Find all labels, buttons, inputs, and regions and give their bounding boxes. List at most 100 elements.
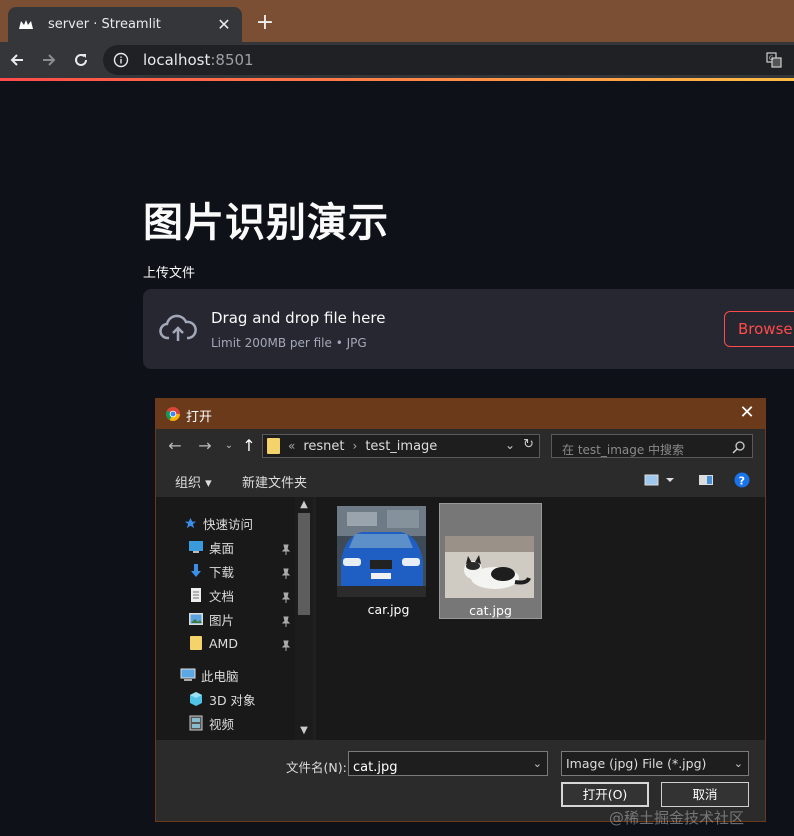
search-input[interactable] (562, 443, 722, 457)
nav-label: 文档 (209, 588, 235, 604)
organize-button[interactable]: 组织 ▾ (175, 472, 212, 491)
dialog-file-list: car.jpg cat.jpg (316, 497, 765, 740)
change-view-icon[interactable] (644, 472, 674, 488)
browser-tab[interactable]: server · Streamlit ✕ (8, 7, 242, 42)
upload-label: 上传文件 (143, 266, 196, 281)
svg-text:G: G (769, 55, 774, 62)
preview-pane-icon[interactable] (698, 472, 714, 488)
chevron-down-icon[interactable]: ⌄ (734, 757, 743, 770)
chrome-icon (165, 406, 181, 422)
scroll-thumb[interactable] (298, 513, 310, 615)
nav-item-downloads[interactable]: 下载 (188, 561, 234, 581)
reload-icon[interactable] (69, 48, 93, 72)
dialog-close-icon[interactable]: ✕ (737, 403, 757, 423)
breadcrumb-item[interactable]: test_image (365, 439, 437, 454)
star-icon (182, 515, 198, 531)
address-dropdown-icon[interactable]: ⌄ (505, 438, 515, 452)
cancel-button[interactable]: 取消 (661, 782, 749, 807)
streamlit-favicon-icon (18, 17, 34, 33)
file-item-car[interactable]: car.jpg (337, 503, 440, 619)
cloud-upload-icon (159, 313, 197, 345)
pin-icon[interactable] (280, 613, 292, 627)
watermark-text: @稀土掘金技术社区 (609, 809, 745, 827)
nav-item-quick-access[interactable]: 快速访问 (182, 513, 253, 533)
page-title: 图片识别演示 (143, 200, 389, 246)
dialog-address-bar[interactable]: « resnet › test_image ⌄ ↻ (262, 434, 540, 458)
file-item-cat[interactable]: cat.jpg (439, 503, 542, 619)
file-name: car.jpg (367, 602, 410, 617)
filetype-select[interactable]: Image (jpg) File (*.jpg) ⌄ (561, 751, 749, 776)
folder-icon (267, 438, 280, 454)
file-name: cat.jpg (469, 603, 512, 618)
nav-item-amd[interactable]: AMD (188, 633, 238, 653)
video-icon (188, 715, 204, 731)
search-icon[interactable] (732, 439, 746, 454)
nav-label: 视频 (209, 716, 235, 732)
dialog-titlebar[interactable]: 打开 ✕ (156, 399, 765, 429)
nav-label: 桌面 (209, 540, 235, 556)
back-arrow-icon[interactable]: ← (166, 437, 184, 455)
browser-tab-bar: server · Streamlit ✕ + (0, 0, 794, 42)
nav-item-desktop[interactable]: 桌面 (188, 537, 234, 557)
scroll-up-icon[interactable]: ▲ (298, 499, 310, 511)
recent-dropdown-icon[interactable]: ⌄ (220, 437, 238, 455)
filename-combobox[interactable]: ⌄ (348, 751, 548, 776)
tab-close-icon[interactable]: ✕ (216, 16, 232, 33)
refresh-icon[interactable]: ↻ (523, 437, 534, 452)
document-icon (188, 587, 204, 603)
breadcrumb-overflow[interactable]: « (288, 439, 295, 453)
dialog-search-box[interactable] (551, 434, 753, 458)
dropzone-limit: Limit 200MB per file • JPG (211, 336, 367, 350)
forward-arrow-icon[interactable]: → (196, 437, 214, 455)
nav-item-documents[interactable]: 文档 (188, 585, 234, 605)
nav-item-videos[interactable]: 视频 (188, 713, 234, 733)
new-tab-button[interactable]: + (253, 12, 277, 36)
pin-icon[interactable] (280, 565, 292, 579)
site-info-icon[interactable] (113, 52, 129, 68)
url-port: :8501 (210, 51, 254, 69)
open-button[interactable]: 打开(O) (561, 782, 649, 807)
translate-icon[interactable]: G (766, 52, 782, 68)
filename-label: 文件名(N): (286, 760, 347, 775)
breadcrumb-separator-icon[interactable]: › (353, 439, 358, 453)
nav-label: 下载 (209, 564, 235, 580)
dialog-nav-row: ← → ⌄ ↑ « resnet › test_image ⌄ ↻ (156, 429, 765, 463)
up-arrow-icon[interactable]: ↑ (240, 437, 258, 455)
open-file-dialog: 打开 ✕ ← → ⌄ ↑ « resnet › test_image ⌄ ↻ 组… (155, 398, 766, 822)
back-icon[interactable] (5, 48, 29, 72)
pin-icon[interactable] (280, 541, 292, 555)
car-thumbnail (337, 506, 426, 597)
svg-text:?: ? (739, 475, 745, 488)
dialog-navigation-pane: 快速访问 桌面 下载 文档 图片 AMD 此电脑 3D 对象 视频 (156, 497, 313, 740)
nav-item-this-pc[interactable]: 此电脑 (180, 665, 239, 685)
nav-label: 3D 对象 (209, 692, 256, 708)
tab-title: server · Streamlit (48, 17, 161, 32)
computer-icon (180, 667, 196, 683)
file-dropzone[interactable]: Drag and drop file here Limit 200MB per … (143, 289, 794, 369)
dialog-title: 打开 (186, 410, 213, 425)
cat-thumbnail (445, 536, 534, 598)
breadcrumb-item[interactable]: resnet (303, 439, 344, 454)
forward-icon[interactable] (37, 48, 61, 72)
pin-icon[interactable] (280, 637, 292, 651)
folder-icon (188, 635, 204, 651)
new-folder-button[interactable]: 新建文件夹 (242, 472, 307, 491)
url-host: localhost (143, 51, 211, 69)
filetype-value: Image (jpg) File (*.jpg) (566, 756, 707, 771)
browser-toolbar: localhost:8501 G (0, 42, 794, 78)
streamlit-header-line (0, 78, 794, 81)
dropzone-title: Drag and drop file here (211, 309, 386, 327)
help-icon[interactable]: ? (734, 472, 750, 488)
chevron-down-icon[interactable]: ⌄ (533, 757, 542, 770)
nav-item-3d-objects[interactable]: 3D 对象 (188, 689, 256, 709)
nav-pane-scrollbar[interactable]: ▲ ▼ (295, 497, 313, 740)
nav-item-pictures[interactable]: 图片 (188, 609, 234, 629)
filename-input[interactable] (353, 760, 523, 775)
scroll-down-icon[interactable]: ▼ (298, 725, 310, 737)
pin-icon[interactable] (280, 589, 292, 603)
browse-files-button[interactable]: Browse files (724, 311, 794, 347)
nav-label: AMD (209, 635, 238, 651)
address-bar[interactable]: localhost:8501 G (103, 45, 794, 75)
download-icon (188, 563, 204, 579)
nav-label: 此电脑 (201, 668, 239, 684)
